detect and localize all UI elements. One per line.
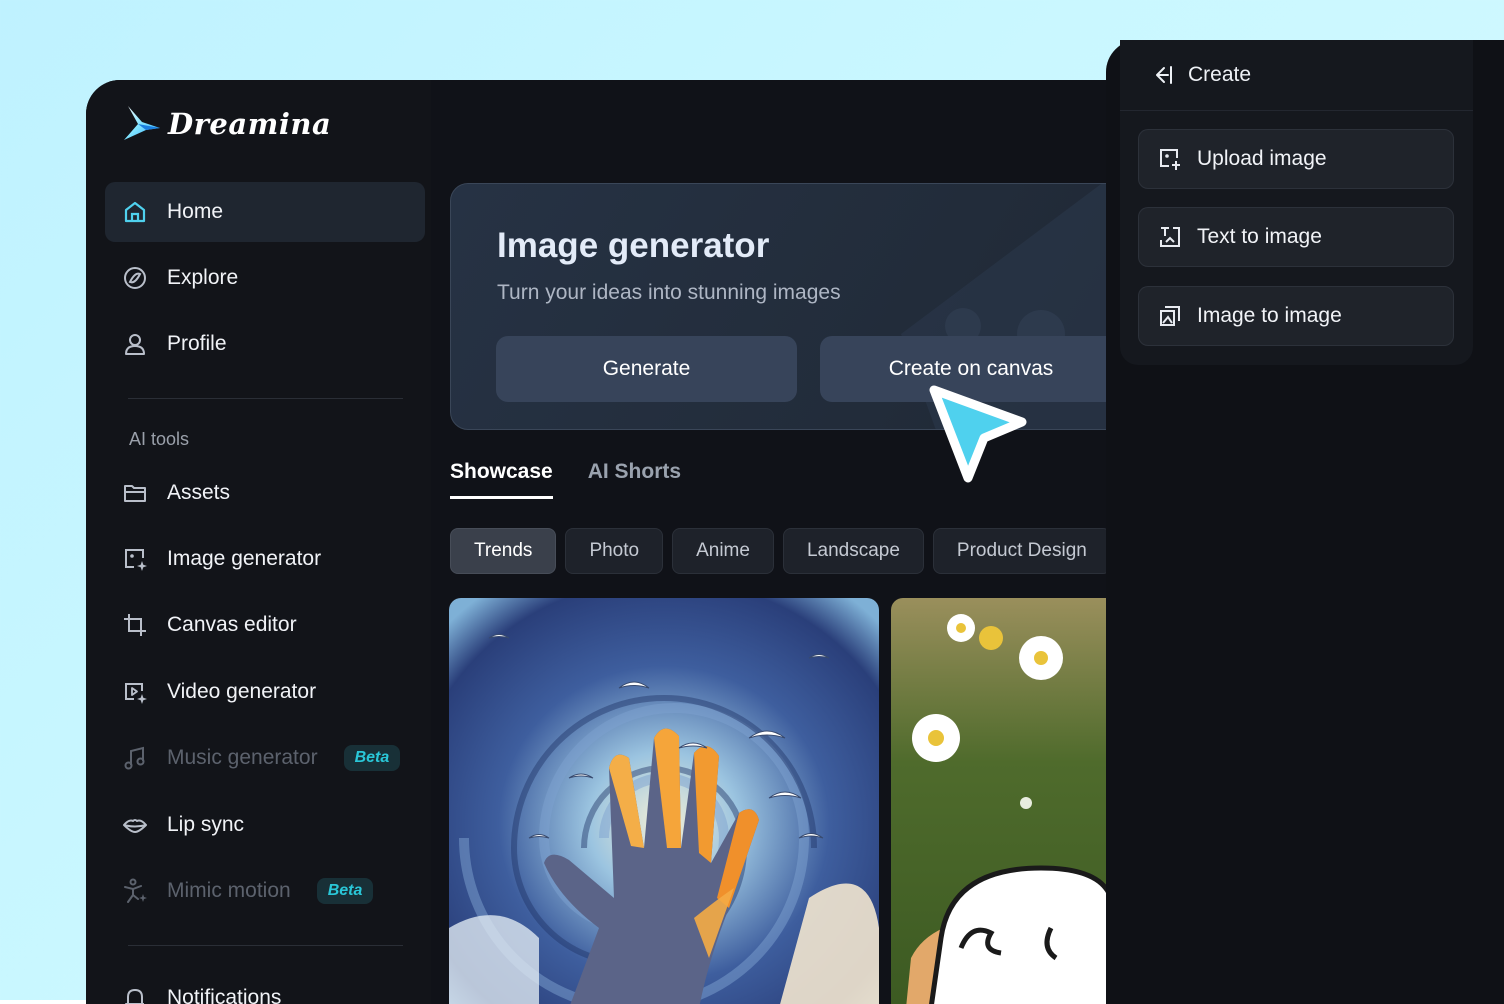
image-generator-banner: Image generator Turn your ideas into stu… [450,183,1186,430]
video-sparkle-icon [125,683,147,704]
bell-icon [125,989,144,1004]
sidebar-item-label: Canvas editor [167,613,297,636]
text-to-image-button[interactable]: Text to image [1138,207,1454,267]
showcase-tabs: Showcase AI Shorts [450,460,681,499]
lips-icon [123,819,147,833]
create-panel: Create Upload image Text to image Image … [1106,40,1504,1004]
text-to-image-label: Text to image [1197,225,1322,248]
folder-icon [124,485,146,502]
create-panel-title: Create [1188,63,1252,86]
beta-badge: Beta [343,745,401,771]
chip-product-design[interactable]: Product Design [932,528,1111,574]
showcase-card-hand-vortex[interactable] [449,598,879,1004]
sidebar-item-profile[interactable]: Profile [105,314,425,374]
sidebar-item-label: Video generator [167,680,317,703]
dreamina-logo-icon [124,106,160,140]
create-panel-header[interactable]: Create [1120,40,1473,111]
home-icon [124,201,146,223]
pointer-cursor-icon [929,385,1027,483]
sidebar-item-image-generator[interactable]: Image generator [105,529,425,589]
banner-subtitle: Turn your ideas into stunning images [497,281,841,304]
upload-image-button[interactable]: Upload image [1138,129,1454,189]
upload-image-label: Upload image [1197,147,1327,170]
sidebar-divider [128,945,403,946]
create-menu: Create Upload image Text to image Image … [1120,40,1473,365]
image-sparkle-icon [125,549,147,571]
compass-icon [124,267,146,289]
logo-text: Dreamina [168,107,332,141]
generate-button[interactable]: Generate [496,336,797,402]
sidebar-item-label: Lip sync [167,813,245,836]
sidebar-item-label: Image generator [167,547,322,570]
sidebar-item-label: Music generator [167,746,318,769]
music-note-icon [124,746,145,770]
section-label-ai-tools: AI tools [129,429,190,449]
sidebar-item-label: Explore [167,266,239,289]
category-chips: Trends Photo Anime Landscape Product Des… [450,528,1111,574]
banner-title: Image generator [497,226,770,265]
hand-vortex-artwork [449,598,879,1004]
sidebar-item-label: Profile [167,332,227,355]
user-icon [125,334,145,355]
sidebar-item-explore[interactable]: Explore [105,248,425,308]
figure-motion-icon [124,878,147,903]
sidebar-item-lip-sync[interactable]: Lip sync [105,795,425,855]
tab-ai-shorts[interactable]: AI Shorts [588,460,681,499]
image-to-image-label: Image to image [1197,304,1342,327]
tab-showcase[interactable]: Showcase [450,460,553,499]
sidebar-item-label: Mimic motion [167,879,291,902]
sidebar-item-music-generator[interactable]: Music generator Beta [105,728,425,788]
logo[interactable]: Dreamina [120,102,331,146]
image-to-image-icon [1160,306,1180,326]
beta-badge: Beta [316,878,374,904]
sidebar-item-label: Home [167,200,224,223]
upload-image-icon [1160,149,1180,170]
sidebar-divider [128,398,403,399]
sidebar-item-label: Assets [167,481,231,504]
chip-trends[interactable]: Trends [450,528,557,574]
sidebar-item-mimic-motion[interactable]: Mimic motion Beta [105,861,425,921]
sidebar-item-canvas-editor[interactable]: Canvas editor [105,595,425,655]
sidebar-item-label: Notifications [167,986,282,1004]
chip-landscape[interactable]: Landscape [782,528,924,574]
image-to-image-button[interactable]: Image to image [1138,286,1454,346]
chip-anime[interactable]: Anime [672,528,774,574]
main-window: Dreamina Home Explore Profile AI tools A… [86,80,1186,1004]
sidebar-item-notifications[interactable]: Notifications [105,968,425,1004]
collapse-left-icon[interactable] [1152,64,1174,86]
sidebar-item-assets[interactable]: Assets [105,463,425,523]
sidebar: Dreamina Home Explore Profile AI tools A… [86,80,431,1004]
chip-photo[interactable]: Photo [565,528,664,574]
sidebar-item-home[interactable]: Home [105,182,425,242]
text-to-image-icon [1160,227,1180,247]
crop-icon [124,614,146,636]
sidebar-item-video-generator[interactable]: Video generator [105,662,425,722]
